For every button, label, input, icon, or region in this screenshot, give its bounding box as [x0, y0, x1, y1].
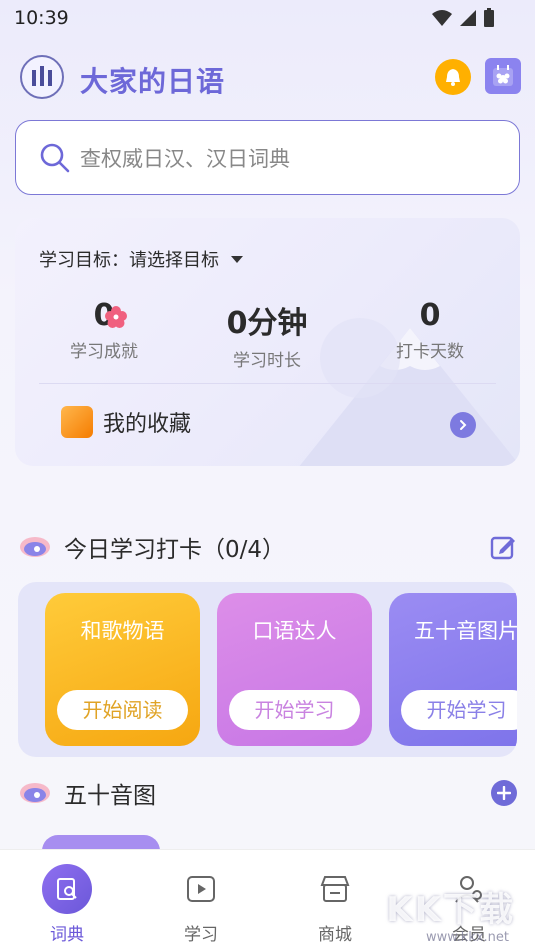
- goal-selector[interactable]: 学习目标：请选择目标: [39, 246, 243, 272]
- stat-duration: 0分钟 学习时长: [197, 298, 337, 371]
- watermark-url: www.kkx.net: [425, 930, 509, 945]
- search-placeholder: 查权威日汉、汉日词典: [80, 147, 290, 171]
- checkin-title: 今日学习打卡（0/4）: [64, 537, 286, 563]
- status-bar: 10:39: [0, 0, 535, 36]
- goal-label: 学习目标：请选择目标: [39, 250, 219, 271]
- favorites-label: 我的收藏: [103, 412, 192, 437]
- app-logo: [20, 55, 64, 99]
- nav-label: 商城: [318, 925, 352, 945]
- checkin-card-gojuon[interactable]: 五十音图片 开始学习: [389, 593, 517, 746]
- start-reading-button[interactable]: 开始阅读: [57, 690, 188, 730]
- gojuon-section-header: 五十音图: [18, 776, 156, 810]
- card-title: 五十音图片: [414, 619, 517, 643]
- start-learning-button[interactable]: 开始学习: [401, 690, 517, 730]
- status-time: 10:39: [14, 7, 69, 29]
- store-icon: [310, 864, 360, 914]
- play-icon: [176, 864, 226, 914]
- status-icons: [431, 8, 495, 28]
- stat-label: 打卡天数: [396, 342, 464, 362]
- checkin-section-header: 今日学习打卡（0/4）: [18, 530, 285, 564]
- dropdown-caret-icon: [231, 255, 243, 263]
- checkin-card-poetry[interactable]: 和歌物语 开始阅读: [45, 593, 200, 746]
- nav-item-dictionary[interactable]: 词典: [22, 864, 112, 945]
- search-input[interactable]: 查权威日汉、汉日词典: [15, 120, 520, 195]
- watermark-logo: KK下载: [386, 890, 515, 930]
- study-goal-card: 学习目标：请选择目标 0 学习成就 0分钟 学习时长 0 打卡天数 我的收藏: [15, 218, 520, 466]
- calendar-button[interactable]: [485, 58, 521, 94]
- logo-building-icon: [32, 66, 52, 86]
- sakura-icon: [105, 306, 127, 328]
- battery-icon: [484, 8, 494, 27]
- card-title: 口语达人: [252, 619, 337, 643]
- signal-icon: [460, 10, 476, 26]
- stat-checkin-days: 0 打卡天数: [360, 298, 500, 362]
- chevron-right-icon: [460, 420, 467, 430]
- stat-label: 学习成就: [70, 342, 138, 362]
- dictionary-icon: [42, 864, 92, 914]
- nav-item-study[interactable]: 学习: [156, 864, 246, 945]
- nav-label: 词典: [50, 925, 84, 945]
- edit-icon[interactable]: [489, 533, 517, 561]
- app-title: 大家的日语: [80, 65, 226, 98]
- add-button[interactable]: [491, 780, 517, 806]
- calendar-icon: [493, 65, 513, 86]
- favorites-arrow-button[interactable]: [450, 412, 476, 438]
- stat-value: 0: [419, 298, 441, 333]
- notification-button[interactable]: [435, 59, 471, 95]
- eye-section-icon: [20, 537, 50, 557]
- divider: [39, 383, 496, 384]
- folder-icon: [61, 406, 93, 438]
- stat-label: 学习时长: [233, 351, 301, 371]
- start-learning-button[interactable]: 开始学习: [229, 690, 360, 730]
- plus-icon: [497, 786, 511, 800]
- search-icon: [40, 143, 70, 173]
- nav-label: 学习: [184, 925, 218, 945]
- gojuon-title: 五十音图: [64, 783, 156, 809]
- checkin-card-panel: 和歌物语 开始阅读 口语达人 开始学习 五十音图片 开始学习: [18, 582, 517, 757]
- wifi-icon: [432, 10, 452, 26]
- bottom-nav: 词典 学习 商城 会员 KK下载 www.kkx.net: [0, 849, 535, 951]
- bell-icon: [446, 69, 460, 86]
- card-title: 和歌物语: [80, 619, 165, 643]
- app-header: 大家的日语: [18, 50, 521, 106]
- eye-section-icon: [20, 783, 50, 803]
- nav-item-store[interactable]: 商城: [290, 864, 380, 945]
- checkin-card-speaking[interactable]: 口语达人 开始学习: [217, 593, 372, 746]
- favorites-row[interactable]: 我的收藏: [61, 406, 191, 438]
- stat-value: 0分钟: [226, 306, 308, 341]
